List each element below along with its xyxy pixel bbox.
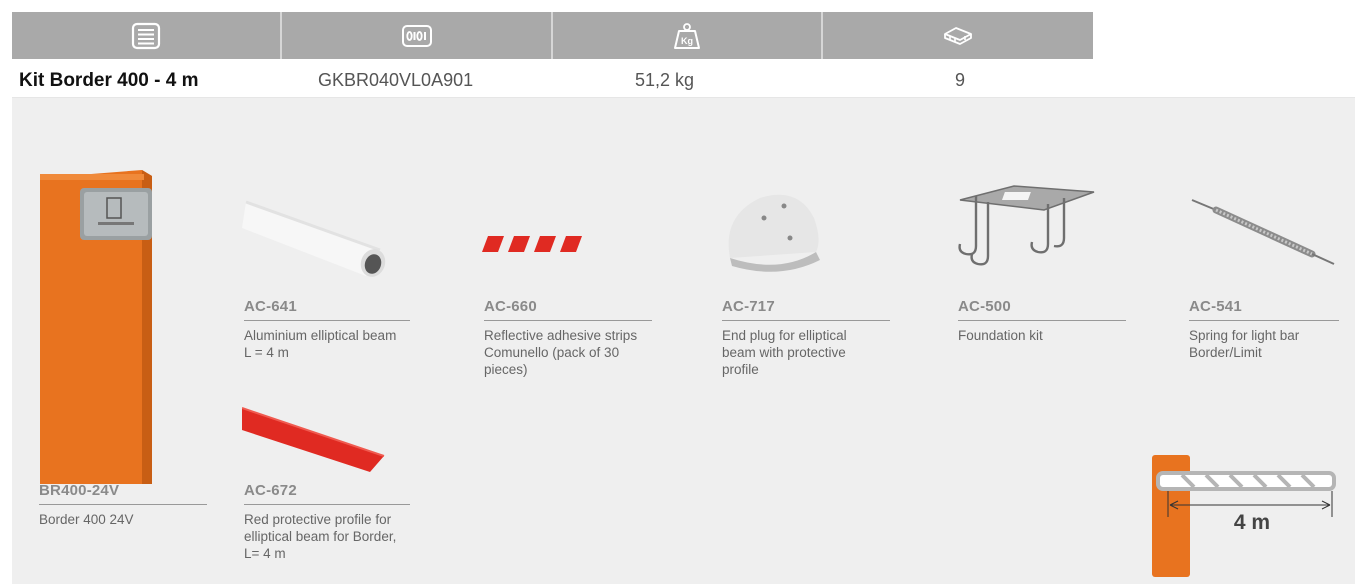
reflective-strips-image [482,236,582,252]
kit-name: Kit Border 400 - 4 m [19,70,199,91]
barrier-length-label: 4 m [1234,511,1270,534]
component-desc-line: Foundation kit [958,328,1043,343]
kg-label: Kg [681,36,693,46]
foundation-kit-image [958,185,1095,266]
component-ac-717: AC-717 End plug for elliptical beam with… [722,298,890,378]
component-desc-line: pieces) [484,362,528,377]
component-desc-line: End plug for elliptical [722,328,847,343]
component-desc-line: Border/Limit [1189,345,1262,360]
component-ac-641: AC-641 Aluminium elliptical beam L = 4 m [244,298,410,361]
kit-quantity: 9 [955,70,966,90]
spring-image [1191,199,1335,265]
kit-code: GKBR040VL0A901 [318,70,474,90]
component-ac-672: AC-672 Red protective profile for ellipt… [244,482,410,562]
weight-kg-icon: Kg [674,22,700,49]
pallet-layers-icon [944,26,972,45]
end-plug-image [728,194,820,272]
component-desc-line: Reflective adhesive strips [484,328,638,343]
spec-header-bar: Kg [12,12,1093,59]
component-desc-line: Aluminium elliptical beam [244,328,397,343]
barrier-length-diagram: 4 m [1152,455,1336,577]
barrier-cabinet-image [40,170,152,484]
component-desc-line: Comunello (pack of 30 [484,345,620,360]
component-code: AC-660 [484,298,652,321]
component-desc-line: profile [722,362,759,377]
component-ac-541: AC-541 Spring for light bar Border/Limit [1189,298,1339,361]
kit-info-row: Kit Border 400 - 4 m GKBR040VL0A901 51,2… [12,62,1355,98]
header-cell-weight: Kg [553,12,823,59]
kit-weight: 51,2 kg [635,70,695,90]
component-desc-line: Border 400 24V [39,512,134,527]
header-cell-description [12,12,282,59]
component-desc-line: L = 4 m [244,345,289,360]
component-ac-660: AC-660 Reflective adhesive strips Comune… [484,298,652,378]
list-icon [131,22,161,49]
barcode-binary-icon [401,24,432,47]
component-desc-line: L= 4 m [244,546,286,561]
component-code: AC-500 [958,298,1126,321]
component-ac-500: AC-500 Foundation kit [958,298,1126,344]
component-code: AC-672 [244,482,410,505]
component-code: AC-541 [1189,298,1339,321]
header-cell-quantity [823,12,1093,59]
header-cell-code [282,12,553,59]
red-profile-image [242,407,385,472]
component-desc-line: beam with protective [722,345,846,360]
component-desc-line: Red protective profile for [244,512,392,527]
component-code: AC-717 [722,298,890,321]
component-code: BR400-24V [39,482,207,505]
component-desc-line: Spring for light bar [1189,328,1300,343]
component-desc-line: elliptical beam for Border, [244,529,397,544]
elliptical-beam-image [242,200,386,277]
component-br400-24v: BR400-24V Border 400 24V [39,482,207,528]
component-code: AC-641 [244,298,410,321]
kit-components-panel: BR400-24V Border 400 24V AC-641 Aluminiu… [12,98,1355,584]
